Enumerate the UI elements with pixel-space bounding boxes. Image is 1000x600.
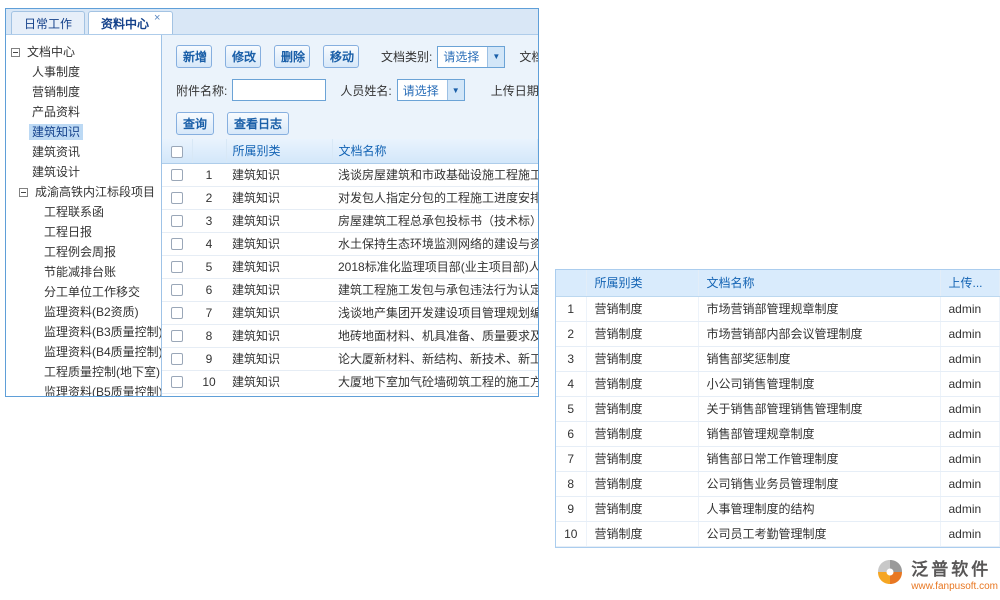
- table-row[interactable]: 1 营销制度 市场营销部管理规章制度 admin: [556, 296, 1000, 321]
- document-center-window: 日常工作 资料中心 × 文档中心 人事制度 营销制度 产品资料 建筑知识 建筑资…: [5, 8, 539, 397]
- table-row[interactable]: 2 建筑知识 对发包人指定分包的工程施工进度安排...: [162, 186, 538, 209]
- table-row[interactable]: 7 建筑知识 浅谈地产集团开发建设项目管理规划编...: [162, 301, 538, 324]
- marketing-table-header: 所属别类 文档名称 上传...: [556, 270, 1000, 296]
- document-table: 所属别类 文档名称 1 建筑知识 浅谈房屋建筑和市政基础设施工程施工... 2: [162, 139, 538, 394]
- col-header-name: 文档名称: [698, 270, 940, 296]
- sidebar-item-project-4[interactable]: 分工单位工作移交: [6, 282, 161, 302]
- tab-bar: 日常工作 资料中心 ×: [6, 9, 538, 35]
- row-checkbox[interactable]: [171, 330, 183, 342]
- row-checkbox[interactable]: [171, 192, 183, 204]
- sidebar-item-building-knowledge[interactable]: 建筑知识: [6, 122, 161, 142]
- attachment-name-label: 附件名称:: [176, 82, 227, 99]
- modify-button[interactable]: 修改: [225, 45, 261, 68]
- person-name-select[interactable]: 请选择 ▼: [397, 79, 465, 101]
- row-checkbox[interactable]: [171, 376, 183, 388]
- row-checkbox[interactable]: [171, 238, 183, 250]
- sidebar-item-hr-policy[interactable]: 人事制度: [6, 62, 161, 82]
- tab-daily-work-label: 日常工作: [24, 15, 72, 32]
- tab-daily-work[interactable]: 日常工作: [11, 11, 85, 34]
- marketing-table: 所属别类 文档名称 上传... 1 营销制度 市场营销部管理规章制度 admin…: [556, 270, 1000, 547]
- table-row[interactable]: 8 营销制度 公司销售业务员管理制度 admin: [556, 471, 1000, 496]
- fanpu-logo-icon: [875, 557, 905, 590]
- row-checkbox[interactable]: [171, 169, 183, 181]
- brand-url: www.fanpusoft.com: [911, 581, 998, 592]
- close-icon[interactable]: ×: [154, 12, 160, 24]
- table-row[interactable]: 4 建筑知识 水土保持生态环境监测网络的建设与资...: [162, 232, 538, 255]
- table-row[interactable]: 6 营销制度 销售部管理规章制度 admin: [556, 421, 1000, 446]
- sidebar-item-project-6[interactable]: 监理资料(B3质量控制): [6, 322, 161, 342]
- table-row[interactable]: 10 建筑知识 大厦地下室加气砼墙砌筑工程的施工方...: [162, 370, 538, 393]
- sidebar-item-project-3[interactable]: 节能减排台账: [6, 262, 161, 282]
- sidebar-item-project-8[interactable]: 工程质量控制(地下室): [6, 362, 161, 382]
- table-row[interactable]: 2 营销制度 市场营销部内部会议管理制度 admin: [556, 321, 1000, 346]
- col-header-name: 文档名称: [332, 139, 538, 163]
- sidebar-item-building-news[interactable]: 建筑资讯: [6, 142, 161, 162]
- sidebar-item-product-data[interactable]: 产品资料: [6, 102, 161, 122]
- col-header-index: [192, 139, 226, 163]
- row-checkbox[interactable]: [171, 353, 183, 365]
- row-checkbox[interactable]: [171, 284, 183, 296]
- select-all-checkbox[interactable]: [171, 146, 183, 158]
- row-checkbox[interactable]: [171, 261, 183, 273]
- document-table-header: 所属别类 文档名称: [162, 139, 538, 163]
- person-name-label: 人员姓名:: [340, 82, 391, 99]
- table-row[interactable]: 9 建筑知识 论大厦新材料、新结构、新技术、新工...: [162, 347, 538, 370]
- brand-name: 泛普软件: [911, 555, 991, 580]
- attachment-name-input[interactable]: [232, 79, 326, 101]
- sidebar-item-building-design[interactable]: 建筑设计: [6, 162, 161, 182]
- table-row[interactable]: 4 营销制度 小公司销售管理制度 admin: [556, 371, 1000, 396]
- sidebar-item-project-1[interactable]: 工程日报: [6, 222, 161, 242]
- collapse-icon[interactable]: [19, 188, 28, 197]
- tab-data-center[interactable]: 资料中心 ×: [88, 11, 173, 34]
- tab-data-center-label: 资料中心: [101, 15, 149, 32]
- row-checkbox[interactable]: [171, 215, 183, 227]
- move-button[interactable]: 移动: [323, 45, 359, 68]
- view-log-button[interactable]: 查看日志: [227, 112, 289, 135]
- sidebar-item-project-5[interactable]: 监理资料(B2资质): [6, 302, 161, 322]
- col-header-category: 所属别类: [226, 139, 332, 163]
- marketing-documents-panel: 所属别类 文档名称 上传... 1 营销制度 市场营销部管理规章制度 admin…: [555, 269, 1000, 548]
- table-row[interactable]: 1 建筑知识 浅谈房屋建筑和市政基础设施工程施工...: [162, 163, 538, 186]
- tree-node-project[interactable]: 成渝高铁内江标段项目: [6, 182, 161, 202]
- collapse-icon[interactable]: [11, 48, 20, 57]
- table-row[interactable]: 8 建筑知识 地砖地面材料、机具准备、质量要求及...: [162, 324, 538, 347]
- table-row[interactable]: 9 营销制度 人事管理制度的结构 admin: [556, 496, 1000, 521]
- chevron-down-icon: ▼: [447, 80, 464, 100]
- chevron-down-icon: ▼: [487, 47, 504, 67]
- doc-category-label: 文档类别:: [381, 48, 432, 65]
- upload-date-label: 上传日期: [491, 82, 538, 99]
- filter-panel: 新增 修改 删除 移动 文档类别: 请选择 ▼ 文档 附件名称: 人员姓名:: [162, 35, 538, 139]
- sidebar-item-project-2[interactable]: 工程例会周报: [6, 242, 161, 262]
- col-header-uploader: 上传...: [940, 270, 1000, 296]
- sidebar-item-project-0[interactable]: 工程联系函: [6, 202, 161, 222]
- table-row[interactable]: 6 建筑知识 建筑工程施工发包与承包违法行为认定...: [162, 278, 538, 301]
- sidebar-item-project-7[interactable]: 监理资料(B4质量控制): [6, 342, 161, 362]
- brand-footer: 泛普软件 www.fanpusoft.com: [875, 555, 998, 592]
- col-header-index: [556, 270, 586, 296]
- col-header-category: 所属别类: [586, 270, 698, 296]
- document-tree: 文档中心 人事制度 营销制度 产品资料 建筑知识 建筑资讯 建筑设计 成渝高铁内…: [6, 35, 162, 396]
- table-row[interactable]: 5 建筑知识 2018标准化监理项目部(业主项目部)人员...: [162, 255, 538, 278]
- clipped-doc-label: 文档: [519, 48, 538, 65]
- add-button[interactable]: 新增: [176, 45, 212, 68]
- table-row[interactable]: 5 营销制度 关于销售部管理销售管理制度 admin: [556, 396, 1000, 421]
- table-row[interactable]: 10 营销制度 公司员工考勤管理制度 admin: [556, 521, 1000, 546]
- row-checkbox[interactable]: [171, 307, 183, 319]
- table-row[interactable]: 7 营销制度 销售部日常工作管理制度 admin: [556, 446, 1000, 471]
- tree-node-document-center[interactable]: 文档中心: [6, 42, 161, 62]
- doc-category-value: 请选择: [438, 48, 479, 65]
- document-main-pane: 新增 修改 删除 移动 文档类别: 请选择 ▼ 文档 附件名称: 人员姓名:: [162, 35, 538, 396]
- query-button[interactable]: 查询: [176, 112, 214, 135]
- person-name-value: 请选择: [398, 82, 439, 99]
- table-row[interactable]: 3 建筑知识 房屋建筑工程总承包投标书（技术标）...: [162, 209, 538, 232]
- delete-button[interactable]: 删除: [274, 45, 310, 68]
- sidebar-item-marketing-policy[interactable]: 营销制度: [6, 82, 161, 102]
- doc-category-select[interactable]: 请选择 ▼: [437, 46, 505, 68]
- sidebar-item-project-9[interactable]: 监理资料(B5质量控制): [6, 382, 161, 396]
- table-row[interactable]: 3 营销制度 销售部奖惩制度 admin: [556, 346, 1000, 371]
